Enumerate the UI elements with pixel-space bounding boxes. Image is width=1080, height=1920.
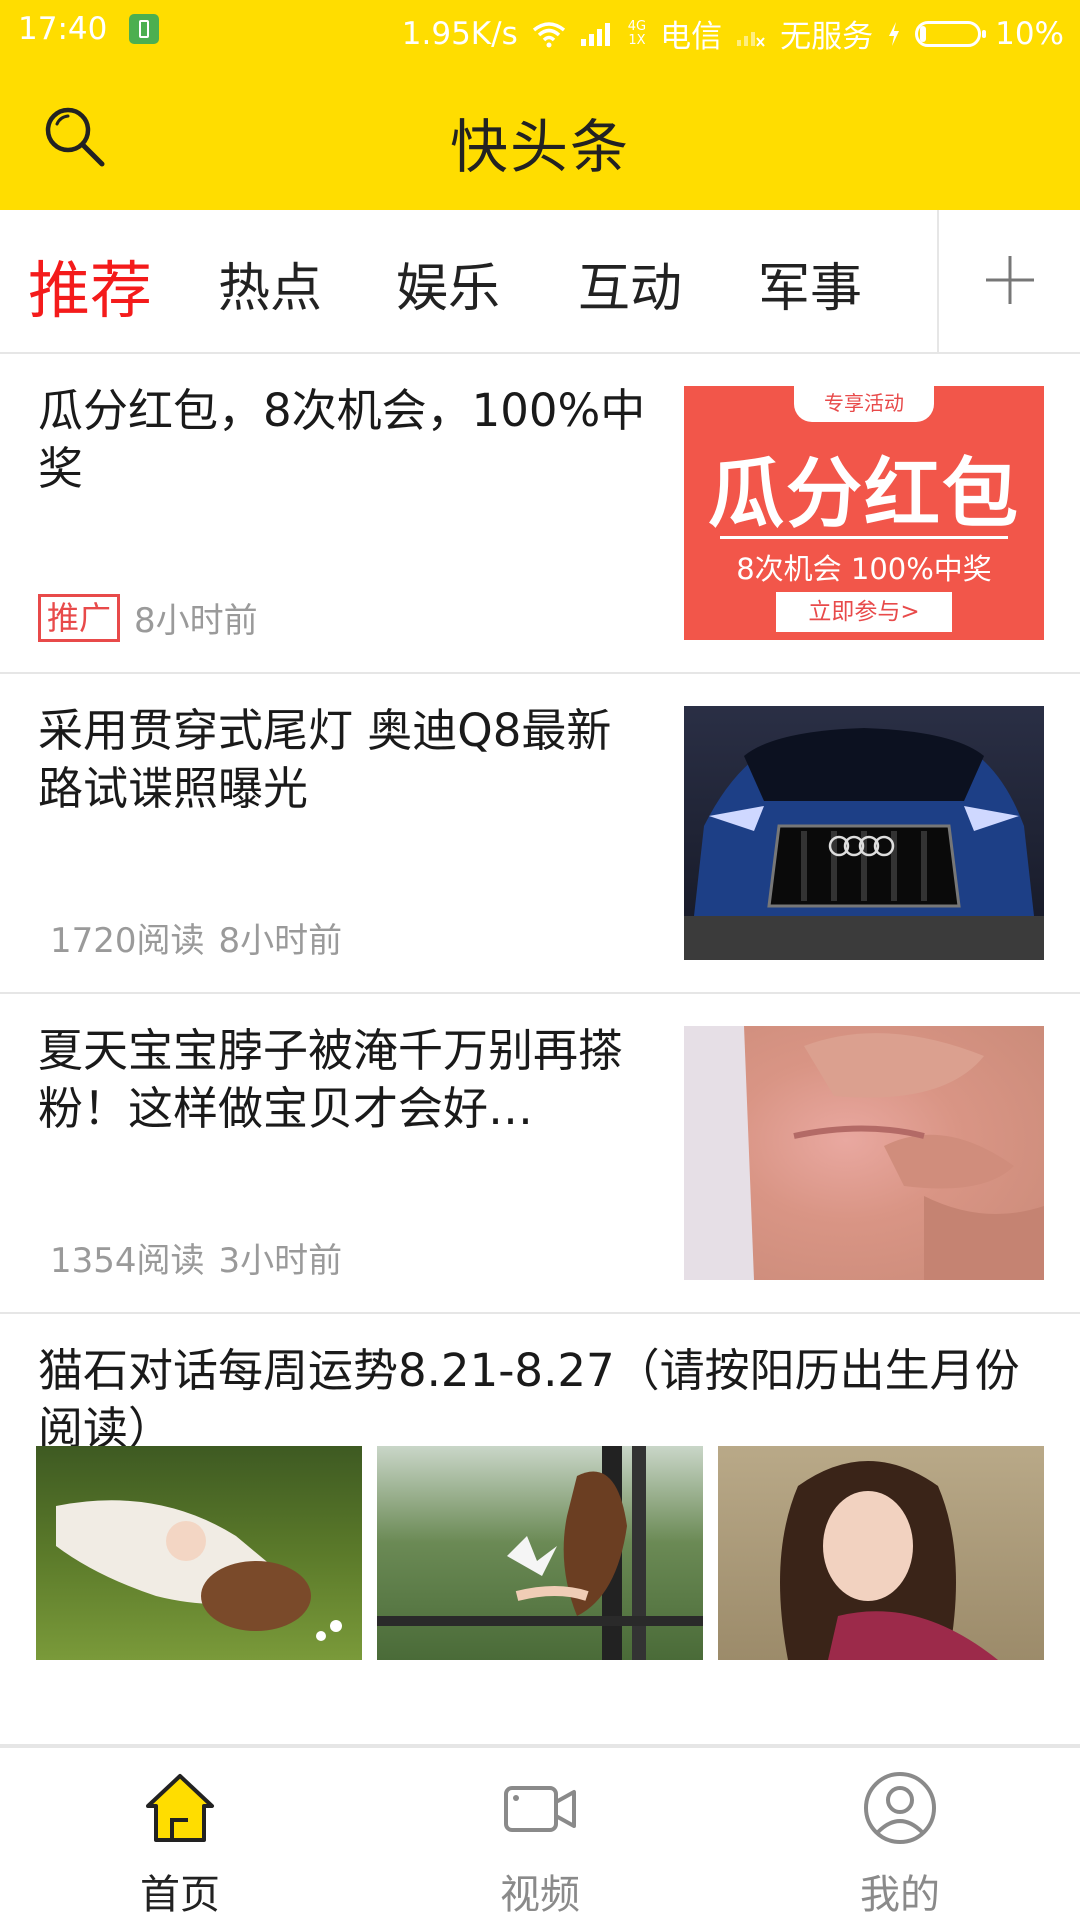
baby-skin-photo	[684, 1026, 1044, 1280]
news-title: 猫石对话每周运势8.21-8.27（请按阳历出生月份阅读）	[38, 1344, 1020, 1455]
news-title: 瓜分红包，8次机会，100%中奖	[38, 384, 646, 495]
battery-percent: 10%	[995, 15, 1064, 52]
news-meta: 1354阅读 3小时前	[50, 1233, 342, 1282]
news-feed: 瓜分红包，8次机会，100%中奖 推广 8小时前 专享活动 瓜分红包 8次机会 …	[0, 354, 1080, 1746]
wifi-icon	[532, 21, 565, 47]
news-card[interactable]: 猫石对话每周运势8.21-8.27（请按阳历出生月份阅读）	[0, 1314, 1080, 1746]
promo-image: 专享活动 瓜分红包 8次机会 100%中奖 立即参与>	[684, 386, 1044, 640]
tab-hot[interactable]: 热点	[218, 246, 322, 321]
news-title: 采用贯穿式尾灯 奥迪Q8最新路试谍照曝光	[38, 704, 612, 815]
signal-icon	[580, 22, 610, 46]
charging-icon	[889, 21, 900, 46]
no-signal-icon	[737, 31, 765, 47]
news-reads: 1354阅读	[50, 1241, 205, 1281]
profile-icon	[864, 1772, 936, 1844]
status-bar: 17:40 1.95K/s 4G 1X 电信 无服务 10%	[0, 0, 1080, 62]
girl-paper-crane-photo	[377, 1446, 703, 1660]
girl-portrait-photo	[718, 1446, 1044, 1660]
battery-icon	[915, 20, 987, 47]
carrier-name: 电信	[660, 19, 723, 55]
photo-2-illustration	[377, 1446, 703, 1660]
tab-recommend[interactable]: 推荐	[28, 240, 152, 330]
network-type: 4G 1X	[627, 18, 647, 48]
news-card[interactable]: 瓜分红包，8次机会，100%中奖 推广 8小时前 专享活动 瓜分红包 8次机会 …	[0, 354, 1080, 674]
news-time: 3小时前	[218, 1241, 343, 1281]
nav-video[interactable]: 视频	[440, 1768, 640, 1920]
news-meta: 推广 8小时前	[38, 593, 258, 642]
video-icon	[504, 1786, 576, 1832]
news-time: 8小时前	[134, 601, 258, 641]
car-photo	[684, 706, 1044, 960]
nav-home[interactable]: 首页	[80, 1768, 280, 1920]
battery-level	[920, 25, 927, 42]
app-header: 快头条	[0, 62, 1080, 210]
news-card[interactable]: 采用贯穿式尾灯 奥迪Q8最新路试谍照曝光 1720阅读 8小时前	[0, 674, 1080, 994]
news-meta: 1720阅读 8小时前	[50, 913, 342, 962]
promo-subline: 8次机会 100%中奖	[736, 552, 992, 586]
news-card[interactable]: 夏天宝宝脖子被淹千万别再搽粉！这样做宝贝才会好… 1354阅读 3小时前	[0, 994, 1080, 1314]
promo-headline: 瓜分红包	[708, 449, 1020, 538]
car-illustration	[684, 728, 1044, 960]
nav-home-label: 首页	[140, 1872, 220, 1918]
notification-app-icon	[129, 14, 160, 44]
photo-1-illustration	[56, 1500, 342, 1641]
home-icon	[146, 1774, 214, 1842]
category-tabs: 推荐 热点 娱乐 互动 军事	[0, 210, 1080, 354]
no-service-label: 无服务	[780, 19, 874, 55]
plus-icon[interactable]	[980, 250, 1040, 310]
tab-divider	[937, 210, 939, 352]
news-time: 8小时前	[218, 921, 343, 961]
tab-entertainment[interactable]: 娱乐	[396, 246, 500, 321]
promo-top-tag: 专享活动	[794, 386, 934, 422]
app-title: 快头条	[449, 113, 630, 181]
nav-profile[interactable]: 我的	[800, 1768, 1000, 1920]
tab-interactive[interactable]: 互动	[578, 246, 682, 321]
news-reads: 1720阅读	[50, 921, 205, 961]
nav-video-label: 视频	[500, 1872, 580, 1918]
promo-badge: 推广	[38, 593, 121, 642]
photo-3-illustration	[780, 1461, 998, 1660]
promo-cta-button: 立即参与>	[776, 592, 952, 632]
bottom-navigation: 首页 视频 我的	[0, 1746, 1080, 1920]
girl-on-grass-photo	[36, 1446, 362, 1660]
status-time: 17:40	[18, 11, 108, 47]
promo-divider	[720, 536, 1008, 539]
nav-profile-label: 我的	[860, 1872, 940, 1918]
image-row	[36, 1446, 1044, 1660]
baby-illustration	[684, 1026, 1044, 1280]
news-title: 夏天宝宝脖子被淹千万别再搽粉！这样做宝贝才会好…	[38, 1024, 624, 1135]
tab-military[interactable]: 军事	[758, 246, 862, 321]
network-speed: 1.95K/s	[401, 15, 518, 52]
